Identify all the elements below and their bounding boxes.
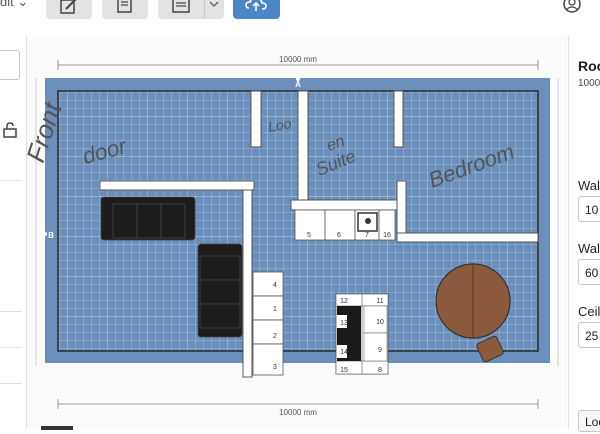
dimension-top-label: 10000 mm (279, 55, 317, 64)
edit-menu[interactable]: dit ⌄ (0, 0, 28, 10)
cabinet-label: 12 (340, 298, 348, 305)
ceiling-height-label: Ceil (578, 304, 600, 319)
divider (0, 180, 22, 181)
cabinet-label: 1 (273, 306, 277, 313)
divider (0, 347, 22, 348)
cabinet-label: 11 (376, 298, 383, 305)
cabinet-label: 8 (378, 367, 382, 374)
dimension-bottom-label: 10000 mm (279, 408, 317, 417)
left-panel (0, 36, 27, 429)
wall-width-label: Wal (578, 241, 600, 256)
cabinet-label: 6 (337, 232, 341, 239)
wall-width-input[interactable]: 60 (578, 259, 600, 285)
chevron-down-icon[interactable] (208, 0, 220, 11)
room-size: 1000 (578, 78, 600, 89)
cloud-upload-button[interactable] (233, 0, 280, 19)
round-table[interactable] (435, 263, 511, 339)
dimension-bottom: 10000 mm (57, 399, 539, 417)
room-properties-panel: Roo 1000 Wal 10 Wal 60 Ceil 25 Loc (568, 36, 600, 432)
user-circle-icon[interactable] (562, 0, 582, 14)
upper-cabinets[interactable]: 5 6 7 16 (294, 209, 396, 241)
wall-length-input[interactable]: 10 (578, 196, 600, 222)
wall-length-label: Wal (578, 178, 600, 193)
edit-icon (60, 0, 77, 14)
floorplan-canvas[interactable]: 10000 mm 10000 mm A B 5 6 7 16 4 1 2 3 1… (20, 36, 567, 429)
sofa-vertical[interactable] (197, 243, 243, 338)
edit-button[interactable] (46, 0, 92, 19)
floorplan-svg[interactable]: 10000 mm 10000 mm A B 5 6 7 16 4 1 2 3 1… (20, 36, 567, 429)
wall-handle[interactable] (43, 232, 47, 236)
lock-icon[interactable] (3, 122, 17, 138)
left-cabinets[interactable]: 4 1 2 3 (252, 271, 284, 376)
cabinet-label: 2 (273, 333, 277, 340)
cabinet-label: 3 (273, 364, 277, 371)
print-icon (172, 0, 190, 13)
notes-button[interactable] (102, 0, 148, 19)
cabinet-label: 16 (383, 232, 391, 239)
cabinet-label: 4 (273, 282, 277, 289)
left-input-field[interactable] (0, 50, 20, 80)
tap-icon (365, 218, 371, 224)
ceiling-height-input[interactable]: 25 (578, 322, 600, 348)
print-button[interactable] (158, 0, 224, 19)
cabinet-label: 9 (378, 347, 382, 354)
top-toolbar: dit ⌄ (0, 0, 600, 36)
wall-label-a: A (295, 80, 301, 89)
cabinet-label: 7 (365, 232, 369, 239)
cabinet-label: 5 (307, 232, 311, 239)
cabinet-label: 10 (376, 319, 384, 326)
wall-label-b: B (48, 231, 54, 240)
edit-menu-label: dit (0, 0, 14, 9)
cabinet-label: 14 (340, 349, 348, 356)
bottom-tab-indicator (41, 426, 73, 430)
cabinet-label: 13 (340, 320, 348, 327)
kitchen-island[interactable]: 12 11 13 10 14 9 15 8 (335, 293, 389, 375)
chevron-down-icon: ⌄ (17, 0, 29, 9)
sofa-horizontal[interactable] (100, 196, 196, 241)
cloud-upload-icon (245, 0, 267, 11)
wall-handle[interactable] (296, 77, 300, 81)
divider (0, 311, 22, 312)
dimension-top: 10000 mm (57, 55, 539, 70)
divider (0, 383, 22, 384)
notes-icon (117, 0, 132, 13)
room-title: Roo (578, 58, 600, 74)
cabinet-label: 15 (340, 367, 348, 374)
